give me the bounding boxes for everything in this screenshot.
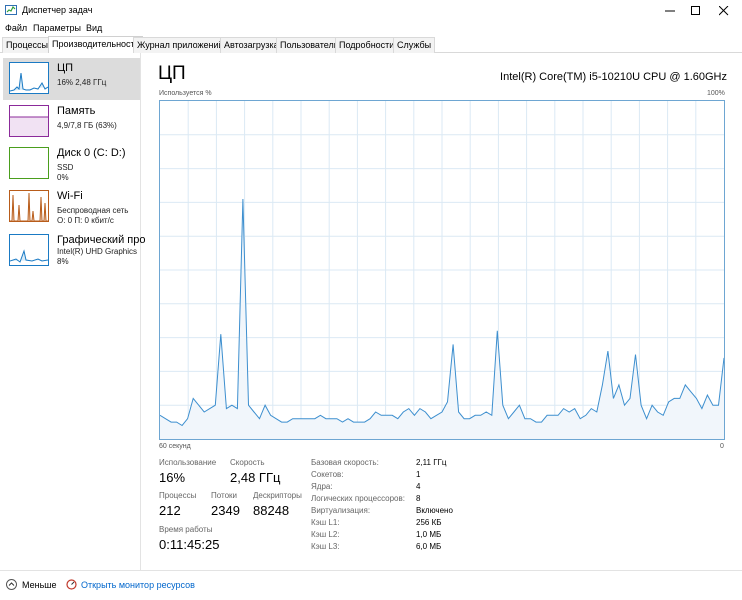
speed-value: 2,48 ГГц: [230, 470, 281, 485]
sidebar-item-memory[interactable]: Память 4,9/7,8 ГБ (63%): [3, 101, 140, 143]
sidebar-cpu-name: ЦП: [57, 62, 74, 74]
page-title: ЦП: [158, 63, 186, 84]
tab-details[interactable]: Подробности: [335, 37, 399, 53]
task-manager-icon: [5, 5, 17, 15]
memory-thumbnail: [9, 105, 49, 137]
resource-sidebar: ЦП 16% 2,48 ГГц Память 4,9/7,8 ГБ (63%) …: [0, 53, 145, 570]
menu-options[interactable]: Параметры: [33, 23, 81, 33]
cpu-thumbnail: [9, 62, 49, 94]
tab-performance[interactable]: Производительность: [48, 36, 144, 53]
info-value-l3: 6,0 МБ: [416, 542, 442, 551]
tab-app-history[interactable]: Журнал приложений: [133, 37, 228, 53]
resource-monitor-icon: [66, 579, 77, 590]
sidebar-gpu-usage: 8%: [57, 257, 69, 266]
sidebar-item-wifi[interactable]: Wi-Fi Беспроводная сеть О: 0 П: 0 кбит/с: [3, 186, 140, 228]
info-value-base-speed: 2,11 ГГц: [416, 458, 447, 467]
resource-monitor-label: Открыть монитор ресурсов: [81, 579, 195, 590]
sidebar-wifi-type: Беспроводная сеть: [57, 206, 129, 215]
title-bar: Диспетчер задач: [0, 0, 742, 21]
time-axis-label: 60 секунд: [159, 443, 191, 450]
info-value-virtualization: Включено: [416, 506, 453, 515]
close-icon: [719, 5, 729, 15]
sidebar-memory-name: Память: [57, 105, 96, 117]
tab-services[interactable]: Службы: [393, 37, 436, 53]
info-label-sockets: Сокетов:: [311, 470, 344, 479]
sidebar-wifi-name: Wi-Fi: [57, 190, 83, 202]
tab-users[interactable]: Пользователи: [276, 37, 343, 53]
handles-value: 88248: [253, 503, 290, 518]
fewer-details-button[interactable]: Меньше: [6, 579, 57, 590]
tab-processes[interactable]: Процессы: [2, 37, 53, 53]
usage-value: 16%: [159, 470, 186, 485]
usage-axis-label: Используется %: [159, 90, 212, 97]
info-label-l2: Кэш L2:: [311, 530, 340, 539]
sidebar-disk-name: Диск 0 (C: D:): [57, 147, 126, 159]
handles-label: Дескрипторы: [253, 491, 302, 500]
disk-thumbnail: [9, 147, 49, 179]
info-value-l1: 256 КБ: [416, 518, 442, 527]
tab-startup[interactable]: Автозагрузка: [220, 37, 283, 53]
sidebar-item-disk[interactable]: Диск 0 (C: D:) SSD 0%: [3, 143, 140, 185]
info-label-l3: Кэш L3:: [311, 542, 340, 551]
sidebar-cpu-usage: 16% 2,48 ГГц: [57, 78, 107, 87]
cpu-usage-chart: [159, 101, 725, 439]
sidebar-item-cpu[interactable]: ЦП 16% 2,48 ГГц: [3, 58, 140, 100]
sidebar-wifi-speed: О: 0 П: 0 кбит/с: [57, 216, 114, 225]
sidebar-disk-usage: 0%: [57, 173, 69, 182]
cpu-usage-graph: [159, 100, 725, 440]
threads-label: Потоки: [211, 491, 238, 500]
info-label-virtualization: Виртуализация:: [311, 506, 371, 515]
processes-value: 212: [159, 503, 181, 518]
fewer-details-label: Меньше: [22, 579, 57, 590]
uptime-label: Время работы: [159, 525, 213, 534]
info-value-sockets: 1: [416, 470, 421, 479]
menu-file[interactable]: Файл: [5, 23, 27, 33]
sidebar-gpu-name: Графический про: [57, 234, 146, 246]
chevron-up-icon: [6, 579, 17, 590]
menu-view[interactable]: Вид: [86, 23, 102, 33]
menu-bar: Файл Параметры Вид: [0, 21, 742, 37]
max-axis-label: 100%: [707, 90, 725, 97]
speed-label: Скорость: [230, 458, 265, 467]
cpu-model: Intel(R) Core(TM) i5-10210U CPU @ 1.60GH…: [500, 71, 727, 83]
info-label-logical: Логических процессоров:: [311, 494, 405, 503]
footer-bar: Меньше Открыть монитор ресурсов: [0, 570, 742, 600]
info-value-l2: 1,0 МБ: [416, 530, 442, 539]
sidebar-memory-usage: 4,9/7,8 ГБ (63%): [57, 121, 117, 130]
info-label-l1: Кэш L1:: [311, 518, 340, 527]
usage-label: Использование: [159, 458, 217, 467]
close-button[interactable]: [706, 0, 742, 21]
tab-strip: Процессы Производительность Журнал прило…: [0, 36, 742, 53]
maximize-icon: [691, 5, 700, 15]
info-value-logical: 8: [416, 494, 421, 503]
zero-axis-label: 0: [720, 443, 724, 450]
uptime-value: 0:11:45:25: [159, 537, 220, 552]
processes-label: Процессы: [159, 491, 197, 500]
gpu-thumbnail: [9, 234, 49, 266]
threads-value: 2349: [211, 503, 240, 518]
sidebar-disk-type: SSD: [57, 163, 74, 172]
info-value-cores: 4: [416, 482, 421, 491]
window-title: Диспетчер задач: [22, 5, 93, 15]
sidebar-gpu-model: Intel(R) UHD Graphics: [57, 247, 138, 256]
wifi-thumbnail: [9, 190, 49, 222]
info-label-base-speed: Базовая скорость:: [311, 458, 379, 467]
info-label-cores: Ядра:: [311, 482, 333, 491]
resource-monitor-link[interactable]: Открыть монитор ресурсов: [66, 579, 195, 590]
sidebar-item-gpu[interactable]: Графический про Intel(R) UHD Graphics 8%: [3, 230, 145, 272]
minimize-icon: [665, 10, 675, 11]
